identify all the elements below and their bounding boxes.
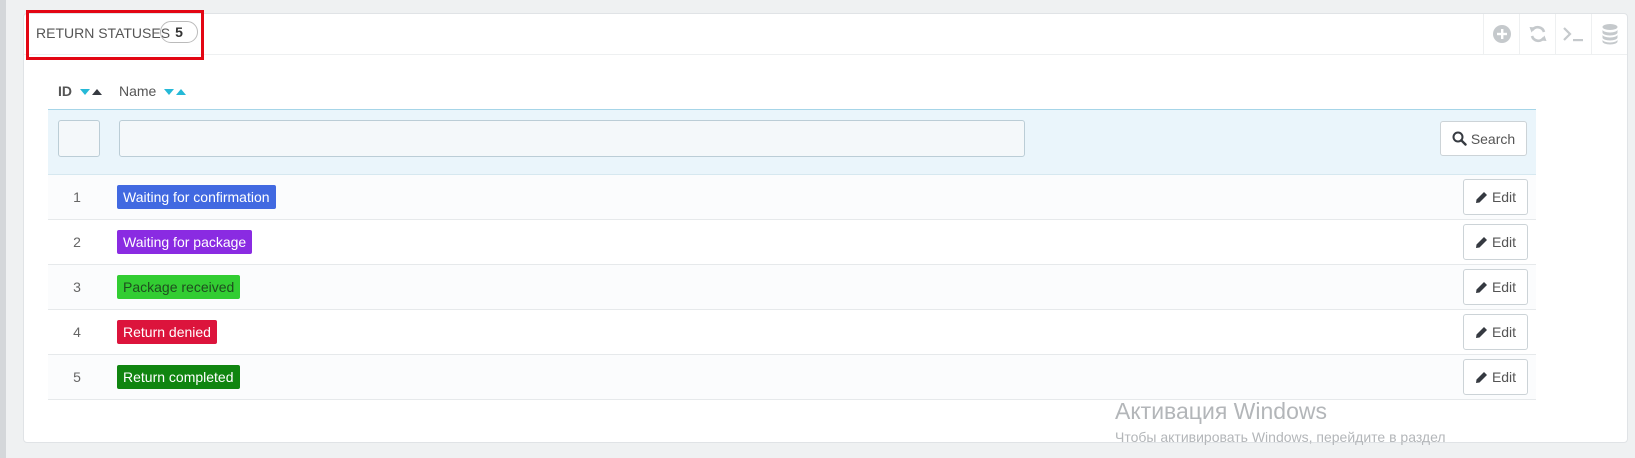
row-id: 5 <box>73 369 81 385</box>
panel-toolbar <box>1483 14 1627 54</box>
sql-query-button[interactable] <box>1555 14 1591 54</box>
panel-header: RETURN STATUSES 5 <box>24 10 1627 60</box>
row-id: 3 <box>73 279 81 295</box>
search-button[interactable]: Search <box>1440 121 1527 156</box>
table-header: ID Name <box>48 72 1536 110</box>
sort-arrows-icon[interactable] <box>163 88 187 96</box>
column-id-label: ID <box>58 83 72 99</box>
add-new-button[interactable] <box>1483 14 1519 54</box>
pencil-icon <box>1475 191 1487 203</box>
filter-id-input[interactable] <box>58 120 100 157</box>
table-row: 3 Package received Edit <box>48 265 1536 310</box>
sort-arrows-icon[interactable] <box>79 88 103 96</box>
windows-activation-watermark: Активация Windows <box>1115 398 1327 424</box>
status-name-badge: Return denied <box>117 320 217 344</box>
column-name-label: Name <box>119 83 157 99</box>
row-id: 1 <box>73 189 81 205</box>
add-icon <box>1492 25 1511 43</box>
filter-name-input[interactable] <box>119 120 1025 157</box>
return-statuses-panel: RETURN STATUSES 5 ID Name Search 1 Waiti… <box>23 10 1628 443</box>
status-name-badge: Waiting for package <box>117 230 253 254</box>
filter-row: Search <box>48 110 1536 175</box>
pencil-icon <box>1475 281 1487 293</box>
count-badge: 5 <box>160 21 198 43</box>
edit-button-label: Edit <box>1491 369 1517 385</box>
status-name-badge: Return completed <box>117 365 240 389</box>
table-body: 1 Waiting for confirmation Edit 2 Waitin… <box>48 175 1536 400</box>
sql-query-icon <box>1562 27 1583 42</box>
edit-button-label: Edit <box>1491 234 1517 250</box>
panel-title: RETURN STATUSES <box>36 25 171 41</box>
edit-button[interactable]: Edit <box>1463 179 1528 215</box>
column-header-name: Name <box>119 82 187 100</box>
table-row: 5 Return completed Edit <box>48 355 1536 400</box>
page-left-edge <box>0 0 6 458</box>
pencil-icon <box>1475 236 1487 248</box>
search-button-label: Search <box>1470 130 1516 147</box>
refresh-icon <box>1529 26 1546 42</box>
edit-button[interactable]: Edit <box>1463 359 1528 395</box>
status-name-badge: Package received <box>117 275 241 299</box>
edit-button[interactable]: Edit <box>1463 224 1528 260</box>
table-row: 1 Waiting for confirmation Edit <box>48 175 1536 220</box>
windows-activation-subtext: Чтобы активировать Windows, перейдите в … <box>1115 429 1446 445</box>
refresh-button[interactable] <box>1519 14 1555 54</box>
return-statuses-table: ID Name Search 1 Waiting for confirmatio… <box>48 72 1536 400</box>
edit-button-label: Edit <box>1491 324 1517 340</box>
edit-button[interactable]: Edit <box>1463 314 1528 350</box>
status-name-badge: Waiting for confirmation <box>117 185 276 209</box>
table-row: 2 Waiting for package Edit <box>48 220 1536 265</box>
search-icon <box>1452 131 1467 146</box>
edit-button-label: Edit <box>1491 189 1517 205</box>
export-database-button[interactable] <box>1591 14 1627 54</box>
column-header-id: ID <box>58 82 103 100</box>
edit-button[interactable]: Edit <box>1463 269 1528 305</box>
row-id: 4 <box>73 324 81 340</box>
row-id: 2 <box>73 234 81 250</box>
table-row: 4 Return denied Edit <box>48 310 1536 355</box>
pencil-icon <box>1475 371 1487 383</box>
database-icon <box>1602 24 1617 45</box>
pencil-icon <box>1475 326 1487 338</box>
edit-button-label: Edit <box>1491 279 1517 295</box>
